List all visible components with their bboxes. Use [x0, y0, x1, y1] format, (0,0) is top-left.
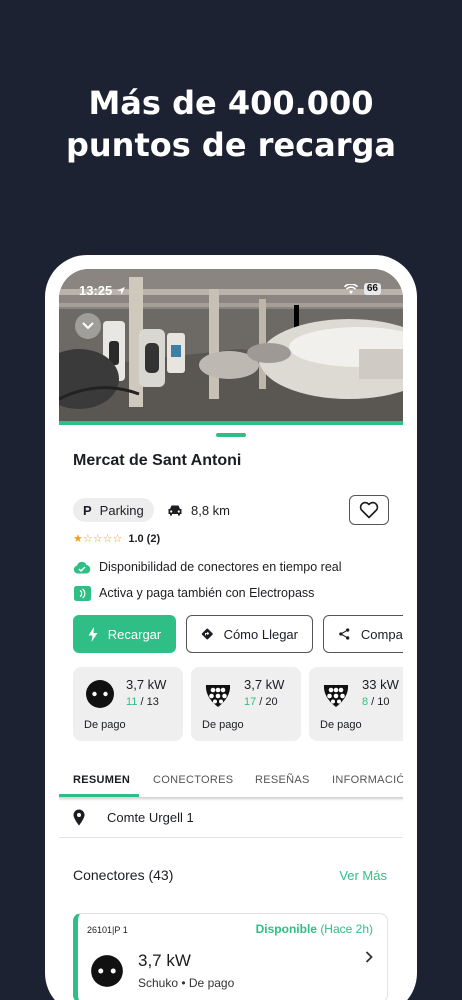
address-text: Comte Urgell 1	[107, 810, 194, 825]
chevron-right-icon	[365, 951, 373, 963]
connector-detail-power: 3,7 kW	[138, 951, 191, 970]
location-arrow-icon	[117, 286, 126, 295]
station-type-label: Parking	[99, 502, 144, 518]
connector-summary-card[interactable]: 3,7 kW 11 / 13 De pago	[73, 667, 183, 741]
connector-status-since: (Hace 2h)	[320, 922, 373, 936]
cloud-check-icon	[73, 559, 91, 575]
connector-payment: De pago	[84, 719, 126, 731]
status-bar: 13:25 66	[59, 283, 403, 299]
feature-electropass-text: Activa y paga también con Electropass	[99, 586, 315, 600]
directions-button-label: Cómo Llegar	[223, 626, 298, 642]
photo-accent-line	[59, 421, 403, 425]
car-icon	[168, 505, 182, 516]
distance-value: 8,8 km	[191, 502, 231, 518]
star-filled-icon: ★	[73, 533, 83, 545]
type2-plug-icon	[323, 685, 349, 707]
share-button-label: Compartir	[360, 626, 403, 642]
connector-available-count: 11	[126, 696, 138, 708]
rating-stars: ★☆☆☆☆	[73, 532, 122, 545]
headline-line-2: puntos de recarga	[65, 126, 396, 164]
directions-button[interactable]: Cómo Llegar	[186, 615, 313, 653]
favorite-button[interactable]	[349, 495, 389, 525]
heart-icon	[359, 501, 379, 519]
connector-power: 33 kW	[362, 677, 399, 692]
parking-icon: P	[83, 502, 92, 518]
schuko-plug-icon	[91, 955, 123, 987]
detail-tabs: RESUMEN CONECTORES RESEÑAS INFORMACIÓN	[59, 763, 403, 797]
connectors-section-title: Conectores (43)	[73, 867, 174, 883]
status-indicators: 66	[343, 283, 381, 295]
share-icon	[339, 628, 350, 640]
status-time-text: 13:25	[79, 283, 113, 298]
connector-availability: 17 / 20	[244, 696, 278, 708]
connector-summary-card[interactable]: 33 kW 8 / 10 De pago	[309, 667, 403, 741]
connector-total-count: 13	[146, 696, 159, 708]
connector-detail-description: Schuko • De pago	[138, 976, 235, 990]
tabs-shadow	[59, 797, 403, 801]
station-name: Mercat de Sant Antoni	[73, 452, 242, 469]
star-empty-icons: ☆☆☆☆	[82, 533, 123, 545]
connector-status: Disponible (Hace 2h)	[256, 922, 373, 936]
station-photo: 13:25 66	[59, 269, 403, 421]
contactless-icon	[73, 585, 91, 601]
tab-informacion[interactable]: INFORMACIÓN	[332, 763, 403, 797]
connector-available-count: 8	[362, 696, 369, 708]
distance-info: 8,8 km	[167, 498, 230, 522]
promo-headline: Más de 400.000 puntos de recarga	[0, 82, 462, 166]
connector-availability: 11 / 13	[126, 696, 159, 708]
connector-power: 3,7 kW	[126, 677, 167, 692]
see-more-link[interactable]: Ver Más	[339, 868, 387, 883]
headline-line-1: Más de 400.000	[88, 84, 374, 122]
rating-value: 1.0 (2)	[128, 532, 161, 545]
rating-row[interactable]: ★☆☆☆☆ 1.0 (2)	[73, 532, 161, 546]
type2-plug-icon	[205, 685, 231, 707]
wifi-icon	[343, 283, 358, 294]
connector-available-count: 17	[244, 696, 257, 708]
feature-electropass: Activa y paga también con Electropass	[73, 585, 314, 601]
feature-realtime: Disponibilidad de conectores en tiempo r…	[73, 559, 342, 575]
connector-total-count: 20	[265, 696, 278, 708]
connector-total-count: 10	[377, 696, 390, 708]
connector-payment: De pago	[320, 719, 362, 731]
connector-power: 3,7 kW	[244, 677, 285, 692]
map-pin-icon	[73, 809, 85, 826]
charge-button-label: Recargar	[107, 626, 162, 642]
status-time: 13:25	[79, 283, 126, 298]
battery-icon: 66	[363, 283, 381, 295]
phone-frame: 13:25 66 Mercat de Sant Antoni P Parking…	[45, 255, 417, 1000]
chevron-down-icon	[82, 322, 94, 330]
share-button[interactable]: Compartir	[323, 615, 403, 653]
connector-payment: De pago	[202, 719, 244, 731]
connector-status-label: Disponible	[255, 922, 317, 936]
tab-resenas[interactable]: RESEÑAS	[255, 763, 310, 797]
lightning-icon	[88, 626, 98, 642]
app-screen: 13:25 66 Mercat de Sant Antoni P Parking…	[59, 269, 403, 1000]
schuko-plug-icon	[86, 680, 114, 708]
charge-button[interactable]: Recargar	[73, 615, 176, 653]
section-divider	[59, 837, 403, 838]
connector-availability: 8 / 10	[362, 696, 390, 708]
collapse-button[interactable]	[75, 313, 101, 339]
connector-summary-card[interactable]: 3,7 kW 17 / 20 De pago	[191, 667, 301, 741]
address-row[interactable]: Comte Urgell 1	[73, 809, 194, 826]
connector-id: 26101|P 1	[87, 925, 128, 935]
tab-conectores[interactable]: CONECTORES	[153, 763, 233, 797]
feature-realtime-text: Disponibilidad de conectores en tiempo r…	[99, 560, 342, 574]
sheet-drag-handle[interactable]	[216, 433, 246, 437]
directions-icon	[201, 628, 213, 640]
tab-resumen[interactable]: RESUMEN	[73, 763, 130, 797]
station-type-chip: P Parking	[73, 498, 154, 522]
connector-detail-card[interactable]: 26101|P 1 Disponible (Hace 2h) 3,7 kW Sc…	[73, 913, 388, 1000]
